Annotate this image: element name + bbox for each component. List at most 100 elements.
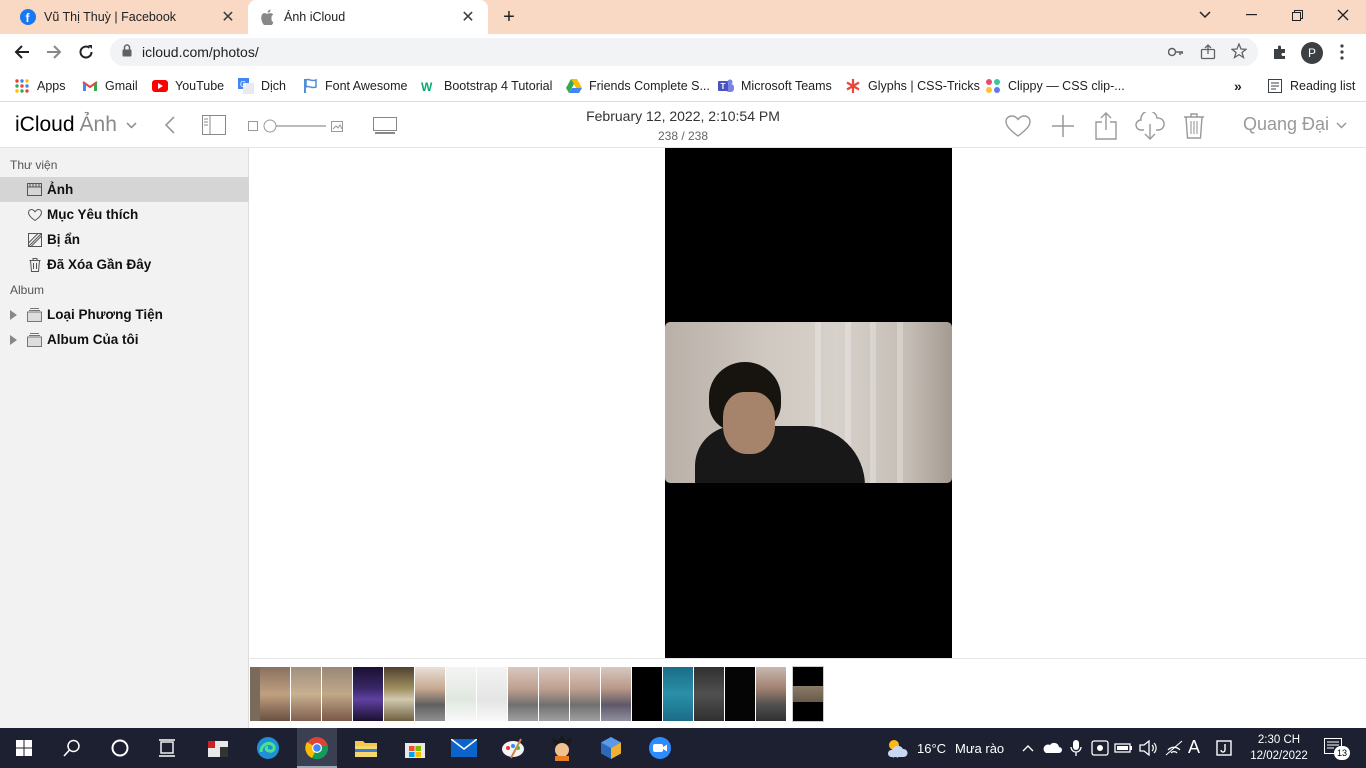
game-app-icon[interactable] bbox=[548, 734, 576, 762]
bookmark-clippy[interactable]: Clippy — CSS clip-... bbox=[985, 76, 1125, 96]
sidebar-item-hidden[interactable]: Bị ẩn bbox=[0, 227, 249, 252]
bookmark-youtube[interactable]: YouTube bbox=[152, 76, 224, 96]
disclosure-triangle-icon[interactable] bbox=[10, 335, 17, 345]
key-icon[interactable] bbox=[1168, 44, 1184, 60]
filmstrip-thumbnail[interactable] bbox=[250, 667, 260, 721]
bookmark-glyphs[interactable]: Glyphs | CSS-Tricks bbox=[845, 76, 980, 96]
bookmark-teams[interactable]: T Microsoft Teams bbox=[718, 76, 832, 96]
filmstrip-thumbnail[interactable] bbox=[725, 667, 755, 721]
heart-icon[interactable] bbox=[1004, 113, 1032, 139]
paint-app-icon[interactable] bbox=[499, 734, 527, 762]
sidebar-item-media-types[interactable]: Loại Phương Tiện bbox=[0, 302, 249, 327]
app-icon-tools[interactable] bbox=[204, 734, 232, 762]
filmstrip-thumbnail[interactable] bbox=[601, 667, 631, 721]
filmstrip-thumbnail[interactable] bbox=[322, 667, 352, 721]
account-menu[interactable]: Quang Đại bbox=[1243, 114, 1347, 135]
slideshow-icon[interactable] bbox=[372, 115, 398, 137]
battery-icon[interactable] bbox=[1112, 734, 1136, 762]
share-icon[interactable] bbox=[1200, 44, 1216, 60]
disclosure-triangle-icon[interactable] bbox=[10, 310, 17, 320]
bookmark-friends[interactable]: Friends Complete S... bbox=[566, 76, 710, 96]
filmstrip-thumbnail[interactable] bbox=[477, 667, 507, 721]
filmstrip-thumbnail[interactable] bbox=[694, 667, 724, 721]
filmstrip-thumbnail[interactable] bbox=[291, 667, 321, 721]
bookmark-apps[interactable]: Apps bbox=[14, 76, 66, 96]
tab-facebook[interactable]: f Vũ Thị Thuỳ | Facebook ✕ bbox=[8, 0, 248, 34]
filmstrip-thumbnail-selected[interactable] bbox=[792, 666, 824, 722]
zoom-out-icon[interactable] bbox=[246, 119, 260, 133]
tab-icloud-photos[interactable]: Ảnh iCloud ✕ bbox=[248, 0, 488, 34]
microsoft-store-icon[interactable] bbox=[401, 734, 429, 762]
filmstrip-thumbnail[interactable] bbox=[260, 667, 290, 721]
back-chevron-icon[interactable] bbox=[160, 114, 180, 136]
new-tab-plus-icon[interactable]: + bbox=[498, 6, 520, 28]
search-icon[interactable] bbox=[58, 734, 86, 762]
cloud-download-icon[interactable] bbox=[1135, 112, 1165, 140]
filmstrip-thumbnail[interactable] bbox=[632, 667, 662, 721]
sidebar-toggle-icon[interactable] bbox=[201, 114, 227, 136]
filmstrip-thumbnail[interactable] bbox=[353, 667, 383, 721]
sidebar-item-photos[interactable]: Ảnh bbox=[0, 177, 249, 202]
star-bookmark-icon[interactable] bbox=[1231, 43, 1247, 59]
show-hidden-icons-chevron-icon[interactable] bbox=[1016, 734, 1040, 762]
bookmark-gmail[interactable]: Gmail bbox=[82, 76, 138, 96]
weather-condition[interactable]: Mưa rào bbox=[955, 741, 1004, 756]
more-bookmarks-chevron-icon[interactable]: » bbox=[1234, 76, 1242, 96]
filmstrip-thumbnail[interactable] bbox=[446, 667, 476, 721]
trash-icon[interactable] bbox=[1182, 112, 1206, 140]
current-photo[interactable] bbox=[665, 148, 952, 658]
reading-list-button[interactable]: Reading list bbox=[1267, 76, 1355, 96]
onedrive-cloud-icon[interactable] bbox=[1040, 734, 1064, 762]
app-switcher[interactable]: iCloud Ảnh bbox=[15, 113, 137, 137]
zoom-app-icon[interactable] bbox=[646, 734, 674, 762]
reload-icon[interactable] bbox=[74, 40, 98, 64]
cortana-icon[interactable] bbox=[106, 734, 134, 762]
restore-icon[interactable] bbox=[1274, 0, 1320, 30]
filmstrip-thumbnail[interactable] bbox=[539, 667, 569, 721]
filmstrip-thumbnail[interactable] bbox=[663, 667, 693, 721]
mail-icon[interactable] bbox=[450, 734, 478, 762]
edge-browser-icon[interactable] bbox=[254, 734, 282, 762]
task-view-icon[interactable] bbox=[153, 734, 181, 762]
add-plus-icon[interactable] bbox=[1050, 113, 1076, 139]
sidebar-item-recently-deleted[interactable]: Đã Xóa Gần Đây bbox=[0, 252, 249, 277]
speaker-volume-icon[interactable] bbox=[1136, 734, 1160, 762]
zoom-slider[interactable] bbox=[262, 116, 328, 136]
lock-icon[interactable] bbox=[122, 44, 132, 60]
minimize-icon[interactable] bbox=[1228, 0, 1274, 30]
address-bar[interactable]: icloud.com/photos/ bbox=[110, 38, 1258, 66]
sidebar-item-favorites[interactable]: Mục Yêu thích bbox=[0, 202, 249, 227]
weather-icon[interactable] bbox=[884, 734, 910, 762]
filmstrip-thumbnail[interactable] bbox=[384, 667, 414, 721]
filmstrip-thumbnail[interactable] bbox=[415, 667, 445, 721]
file-explorer-icon[interactable] bbox=[352, 734, 380, 762]
chrome-icon[interactable] bbox=[303, 734, 331, 762]
virtualbox-icon[interactable] bbox=[597, 734, 625, 762]
extensions-puzzle-icon[interactable] bbox=[1270, 42, 1290, 62]
bookmark-bootstrap[interactable]: W Bootstrap 4 Tutorial bbox=[421, 76, 552, 96]
weather-temperature[interactable]: 16°C bbox=[917, 741, 946, 756]
windows-start-icon[interactable] bbox=[10, 734, 38, 762]
forward-arrow-icon[interactable] bbox=[42, 40, 66, 64]
filmstrip-thumbnail[interactable] bbox=[570, 667, 600, 721]
sidebar-item-my-albums[interactable]: Album Của tôi bbox=[0, 327, 249, 352]
bookmark-dich[interactable]: G Dịch bbox=[238, 76, 286, 96]
back-arrow-icon[interactable] bbox=[10, 40, 34, 64]
microphone-icon[interactable] bbox=[1064, 734, 1088, 762]
unikey-icon[interactable] bbox=[1212, 734, 1236, 762]
tab-search-chevron-icon[interactable] bbox=[1182, 0, 1228, 30]
menu-kebab-icon[interactable] bbox=[1332, 42, 1352, 62]
close-window-icon[interactable] bbox=[1320, 0, 1366, 30]
close-icon[interactable]: ✕ bbox=[220, 9, 236, 26]
share-upload-icon[interactable] bbox=[1094, 111, 1118, 141]
bookmark-font-awesome[interactable]: Font Awesome bbox=[302, 76, 407, 96]
input-method-indicator[interactable]: A bbox=[1188, 737, 1200, 758]
wifi-icon[interactable] bbox=[1162, 734, 1186, 762]
taskbar-clock[interactable]: 2:30 CH 12/02/2022 bbox=[1244, 732, 1314, 764]
filmstrip-thumbnail[interactable] bbox=[508, 667, 538, 721]
filmstrip-thumbnail[interactable] bbox=[756, 667, 786, 721]
close-icon[interactable]: ✕ bbox=[460, 9, 476, 26]
screen-record-icon[interactable] bbox=[1088, 734, 1112, 762]
zoom-in-icon[interactable] bbox=[330, 119, 344, 133]
profile-avatar[interactable]: P bbox=[1301, 42, 1323, 64]
